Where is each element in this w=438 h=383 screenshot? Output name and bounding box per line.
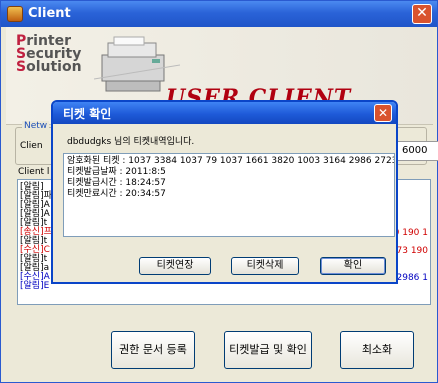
ok-button[interactable]: 확인: [320, 257, 386, 275]
close-button[interactable]: ✕: [412, 4, 432, 24]
dialog-title-bar[interactable]: 티켓 확인 ✕: [53, 102, 396, 124]
app-icon: [7, 6, 23, 22]
client-window: Client ✕ Printer Security Solution USER …: [0, 0, 438, 383]
log-line-tail: 0 190 1: [393, 228, 428, 238]
register-document-button[interactable]: 권한 문서 등록: [111, 331, 195, 369]
network-legend: Netw: [22, 121, 50, 131]
window-title: Client: [28, 6, 71, 21]
title-bar[interactable]: Client ✕: [1, 1, 437, 27]
ticket-dialog: 티켓 확인 ✕ dbdudgks 님의 티켓내역입니다. 암호화된 티켓 : 1…: [51, 100, 398, 284]
dialog-title: 티켓 확인: [63, 107, 112, 121]
dialog-heading: dbdudgks 님의 티켓내역입니다.: [67, 134, 194, 147]
ticket-line: 티켓발급시간 : 18:24:57: [67, 178, 166, 188]
user-name: dbdudgks: [67, 137, 112, 147]
issue-ticket-button[interactable]: 티켓발급 및 확인: [224, 331, 312, 369]
log-label: Client l: [18, 167, 50, 177]
heading-suffix: 님의 티켓내역입니다.: [111, 137, 195, 147]
client-label: Clien: [20, 141, 43, 151]
ticket-textbox[interactable]: 암호화된 티켓 : 1037 3384 1037 79 1037 1661 38…: [63, 153, 395, 237]
delete-ticket-button[interactable]: 티켓삭제: [231, 257, 299, 275]
minimize-button[interactable]: 최소화: [340, 331, 414, 369]
ticket-line: 티켓발급날짜 : 2011:8:5: [67, 167, 166, 177]
ticket-line: 티켓만료시간 : 20:34:57: [67, 189, 166, 199]
dialog-close-button[interactable]: ✕: [374, 104, 392, 122]
ticket-line: 암호화된 티켓 : 1037 3384 1037 79 1037 1661 38…: [67, 156, 395, 166]
logo: Printer Security Solution: [16, 33, 82, 75]
log-line-tail: 2986 1: [396, 273, 429, 283]
port-input[interactable]: 6000: [397, 141, 438, 161]
extend-ticket-button[interactable]: 티켓연장: [139, 257, 211, 275]
